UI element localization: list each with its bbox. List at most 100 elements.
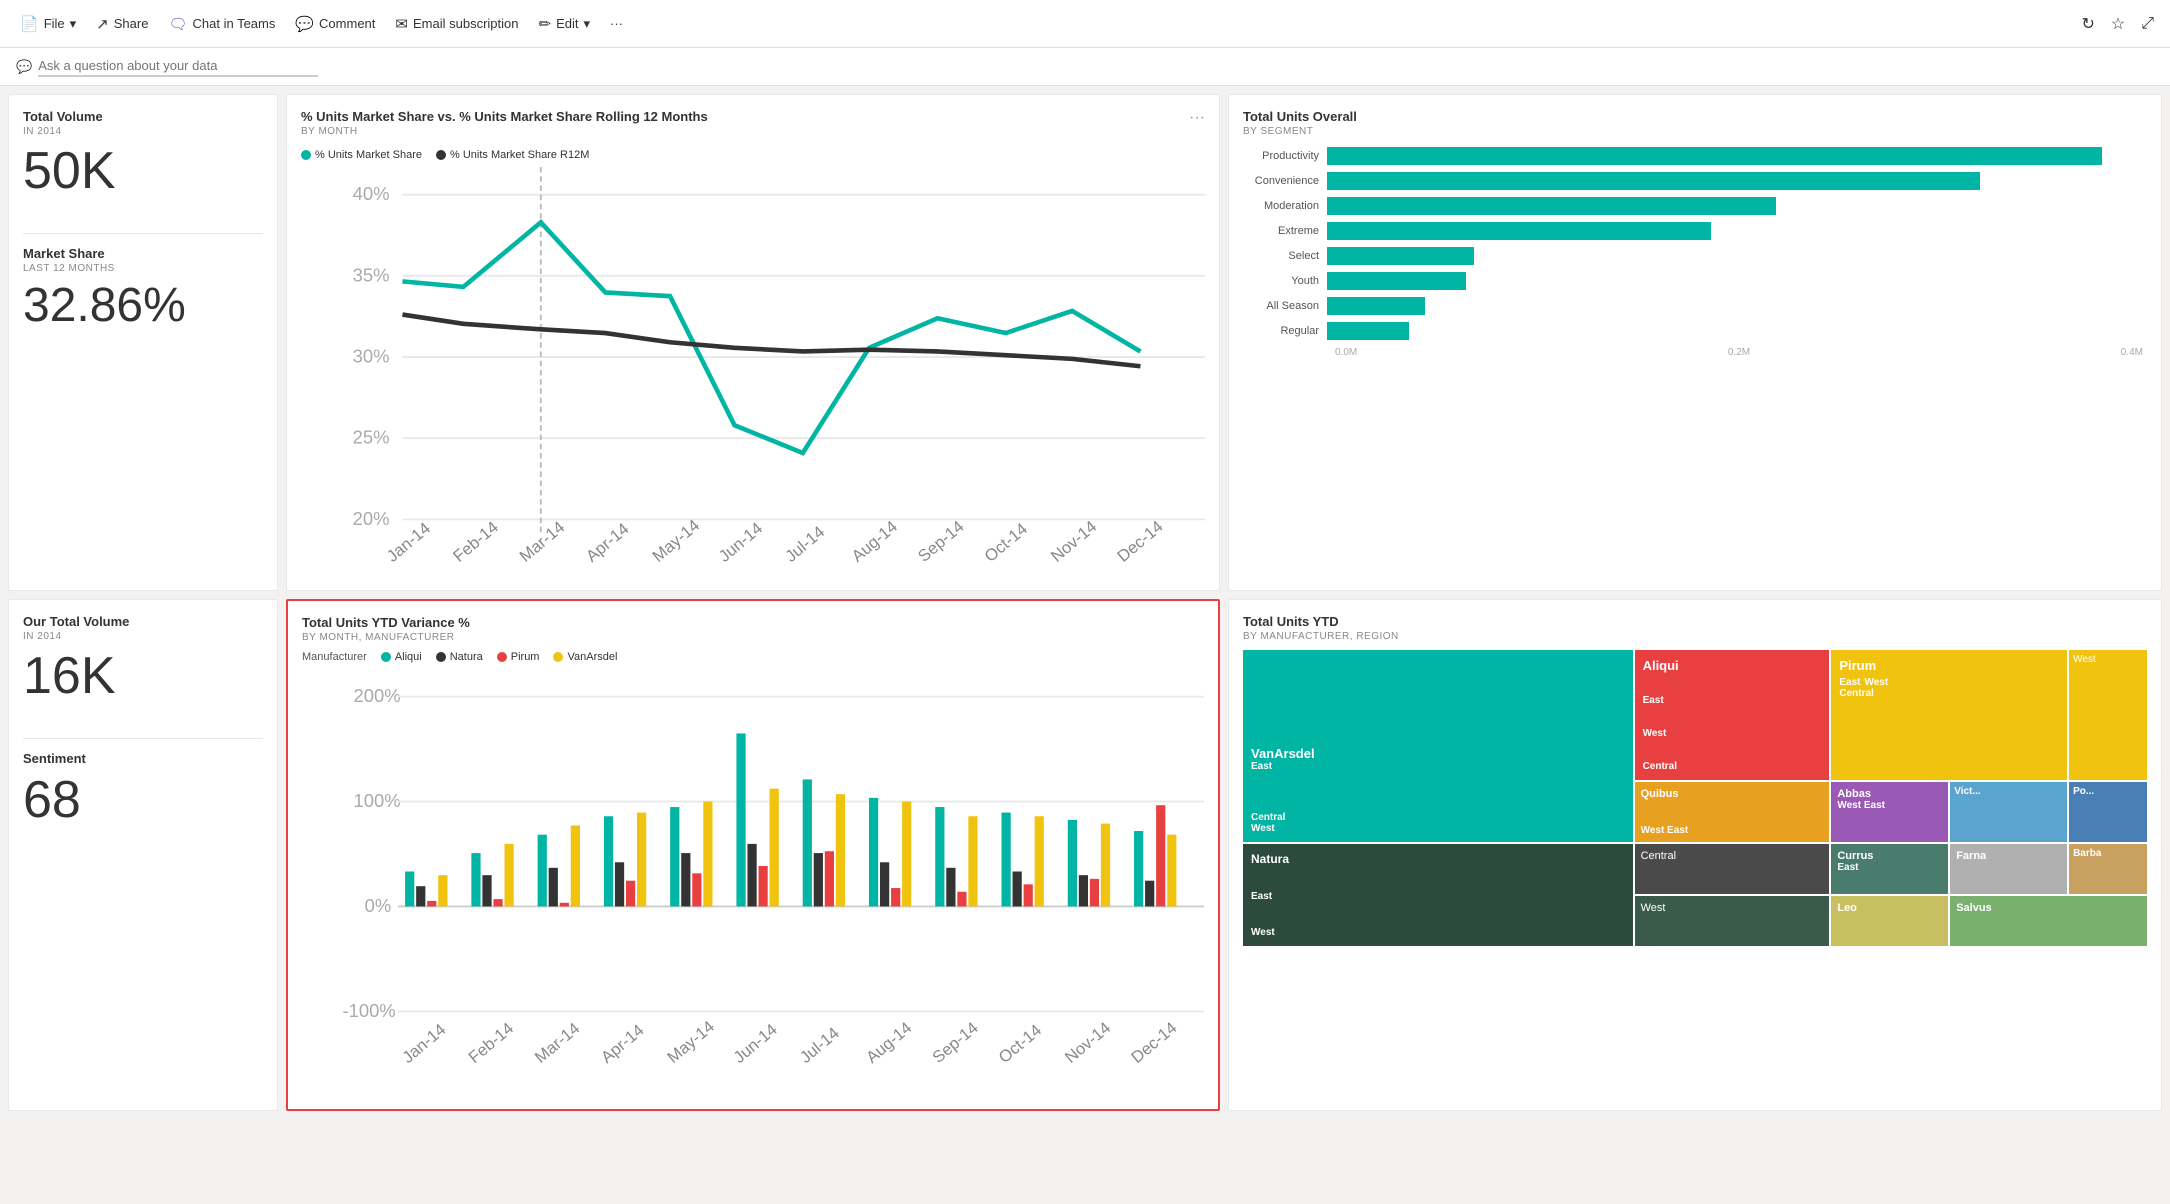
treemap-label: VanArsdel <box>1251 746 1625 761</box>
line-chart-more-button[interactable]: ··· <box>1189 109 1205 127</box>
file-icon: 📄 <box>20 15 39 33</box>
treemap-cell-leo[interactable]: Leo <box>1831 896 1948 946</box>
svg-text:Nov-14: Nov-14 <box>1061 1018 1114 1067</box>
legend-vanarsdel: VanArsdel <box>553 651 617 663</box>
treemap-sub2: West <box>1643 728 1822 739</box>
legend-dot-dark <box>436 150 446 160</box>
treemap-sub: East <box>1251 761 1625 772</box>
hbar-axis-04: 0.4M <box>2121 347 2143 358</box>
hbar-track <box>1327 297 2143 315</box>
share-label: Share <box>114 16 149 31</box>
manufacturer-legend-label: Manufacturer <box>302 651 367 663</box>
email-subscription-button[interactable]: ✉ Email subscription <box>387 11 526 37</box>
svg-text:May-14: May-14 <box>664 1017 718 1067</box>
treemap-cell-vanarsdel[interactable]: VanArsdel East Central West <box>1243 650 1633 842</box>
treemap-cell-salvus[interactable]: Salvus <box>1950 896 2147 946</box>
variance-chart-svg: 200% 100% 0% -100% <box>302 669 1204 1092</box>
treemap-sub2: Central <box>1251 812 1625 823</box>
svg-text:Dec-14: Dec-14 <box>1114 517 1167 566</box>
comment-label: Comment <box>319 16 375 31</box>
treemap-sub: West East <box>1837 800 1942 811</box>
treemap-cell-vict[interactable]: Vict... <box>1950 782 2067 842</box>
treemap-label: Vict... <box>1954 786 2063 797</box>
treemap-cell-central[interactable]: Central <box>1635 844 1830 894</box>
legend-pirum: Pirum <box>497 651 540 663</box>
hbar-axis-0: 0.0M <box>1335 347 1357 358</box>
file-chevron: ▾ <box>70 16 77 32</box>
treemap-cell-small1[interactable]: West <box>2069 650 2147 780</box>
treemap-title: Total Units YTD <box>1243 614 2147 629</box>
treemap-label: Abbas <box>1837 788 1942 800</box>
treemap-label: West <box>1641 902 1824 914</box>
total-volume-title: Total Volume <box>23 109 263 124</box>
total-volume-value: 50K <box>23 145 263 197</box>
bar-chart-subtitle: BY SEGMENT <box>1243 126 2147 137</box>
total-volume-section: Total Volume IN 2014 50K <box>23 109 263 205</box>
treemap-cell-natura[interactable]: Natura East West <box>1243 844 1633 946</box>
hbar-fill <box>1327 222 1711 240</box>
edit-button[interactable]: ✏ Edit ▾ <box>530 11 598 37</box>
svg-text:40%: 40% <box>353 183 390 204</box>
svg-text:200%: 200% <box>354 685 401 706</box>
treemap-label: Leo <box>1837 902 1942 914</box>
svg-text:Mar-14: Mar-14 <box>531 1019 583 1067</box>
svg-text:Nov-14: Nov-14 <box>1047 517 1100 566</box>
treemap-cell-abbas[interactable]: Abbas West East <box>1831 782 1948 842</box>
treemap-label: Currus <box>1837 850 1942 862</box>
share-icon: ↗ <box>96 15 109 33</box>
svg-text:Jun-14: Jun-14 <box>715 519 766 566</box>
favorite-icon[interactable]: ☆ <box>2107 10 2129 38</box>
share-button[interactable]: ↗ Share <box>88 11 156 37</box>
kpi-top-card: Total Volume IN 2014 50K Market Share LA… <box>8 94 278 591</box>
more-label: ··· <box>610 16 623 31</box>
variance-chart-subtitle: BY MONTH, MANUFACTURER <box>302 632 1204 643</box>
svg-text:35%: 35% <box>353 264 390 285</box>
toolbar: 📄 File ▾ ↗ Share 🗨 Chat in Teams 💬 Comme… <box>0 0 2170 48</box>
sentiment-value: 68 <box>23 774 263 826</box>
legend-dot-teal <box>301 150 311 160</box>
svg-text:100%: 100% <box>354 790 401 811</box>
hbar-fill <box>1327 172 1980 190</box>
treemap-cell-quibus[interactable]: Quibus West East <box>1635 782 1830 842</box>
hbar-track <box>1327 322 2143 340</box>
hbar-row-regular: Regular <box>1247 322 2143 340</box>
svg-text:Dec-14: Dec-14 <box>1127 1018 1180 1067</box>
treemap-cell-west[interactable]: West <box>1635 896 1830 946</box>
treemap-sub2: West <box>1251 927 1625 938</box>
svg-text:May-14: May-14 <box>649 516 704 566</box>
treemap-cell-po[interactable]: Po... <box>2069 782 2147 842</box>
hbar-fill <box>1327 197 1776 215</box>
teams-icon: 🗨 <box>168 15 187 33</box>
comment-button[interactable]: 💬 Comment <box>287 11 383 37</box>
dashboard: Total Volume IN 2014 50K Market Share LA… <box>0 86 2170 1119</box>
toolbar-right: ↻ ☆ ⤢ <box>2077 10 2158 38</box>
more-button[interactable]: ··· <box>602 12 631 35</box>
chat-in-teams-button[interactable]: 🗨 Chat in Teams <box>160 11 283 37</box>
treemap-cell-farna[interactable]: Farna <box>1950 844 2067 894</box>
hbar-label: Youth <box>1247 275 1327 287</box>
hbar-row-extreme: Extreme <box>1247 222 2143 240</box>
fullscreen-icon[interactable]: ⤢ <box>2137 11 2158 37</box>
treemap-pirum-regions: East West <box>1839 677 2059 688</box>
treemap-label: Farna <box>1956 850 2061 862</box>
our-volume-sub: IN 2014 <box>23 631 263 642</box>
refresh-icon[interactable]: ↻ <box>2077 10 2098 38</box>
market-share-value: 32.86% <box>23 282 263 330</box>
chat-label: Chat in Teams <box>193 16 276 31</box>
qa-input[interactable] <box>38 56 318 77</box>
svg-text:30%: 30% <box>353 346 390 367</box>
treemap-cell-aliqui[interactable]: Aliqui East West Central <box>1635 650 1830 780</box>
legend-item-r12m: % Units Market Share R12M <box>436 149 589 161</box>
treemap-cell-currus[interactable]: Currus East <box>1831 844 1948 894</box>
svg-text:25%: 25% <box>353 427 390 448</box>
legend-label-market-share: % Units Market Share <box>315 149 422 161</box>
treemap-cell-barba[interactable]: Barba <box>2069 844 2147 894</box>
variance-chart-title: Total Units YTD Variance % <box>302 615 1204 630</box>
treemap-label: Pirum <box>1839 658 2059 673</box>
svg-text:Jan-14: Jan-14 <box>398 1020 449 1067</box>
treemap-cell-pirum[interactable]: Pirum East West Central <box>1831 650 2067 780</box>
hbar-label: Regular <box>1247 325 1327 337</box>
hbar-axis-02: 0.2M <box>1728 347 1750 358</box>
hbar-track <box>1327 272 2143 290</box>
file-menu[interactable]: 📄 File ▾ <box>12 11 84 37</box>
